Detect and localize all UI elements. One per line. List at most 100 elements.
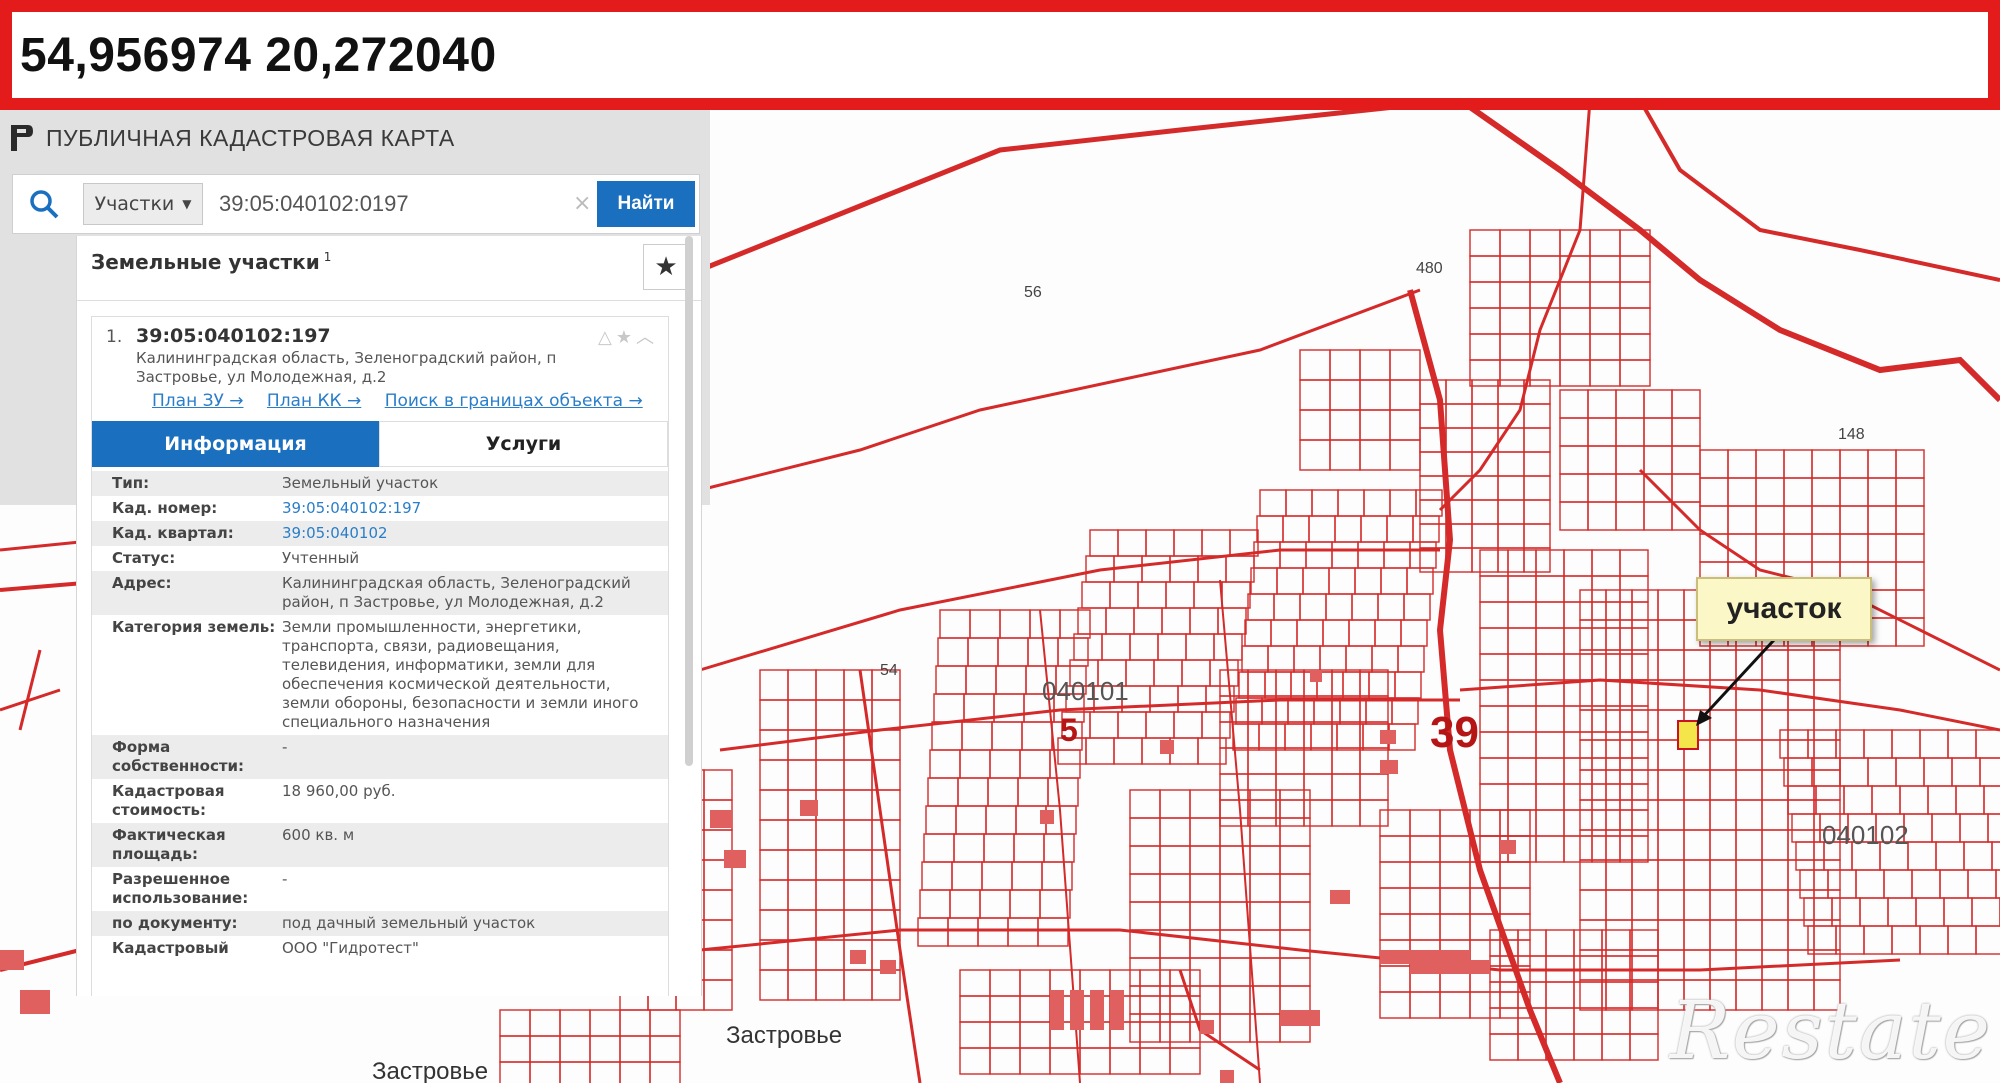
parcel-cell — [1041, 861, 1073, 891]
parcel-cell — [1683, 829, 1711, 861]
parcel-cell — [1247, 669, 1277, 697]
building-shape — [1040, 810, 1054, 824]
parcel-cell — [1331, 721, 1361, 749]
parcel-cell — [843, 669, 873, 701]
parcel-cell — [1247, 721, 1277, 749]
parcel-cell — [1643, 445, 1673, 475]
item-tools-icons[interactable]: △★︿ — [598, 323, 658, 349]
parcel-cell — [977, 917, 1009, 947]
parcel-cell — [1403, 593, 1431, 621]
info-row-value[interactable]: 39:05:040102 — [282, 524, 668, 543]
parcel-cell — [1563, 575, 1593, 603]
info-row: Кадастровая стоимость: 18 960,00 руб. — [92, 779, 668, 823]
parcel-cell — [1601, 1007, 1631, 1035]
parcel-cell — [1919, 925, 1949, 955]
parcel-cell — [1145, 529, 1175, 557]
parcel-cell — [759, 699, 789, 731]
tab-services[interactable]: Услуги — [379, 421, 668, 467]
parcel-cell — [1445, 427, 1473, 453]
parcel-cell — [1709, 829, 1737, 861]
parcel-cell — [1605, 619, 1633, 651]
quarter-label-1: 040101 — [1042, 676, 1129, 706]
parcel-cell — [1267, 645, 1295, 673]
parcel-cell — [1197, 737, 1227, 765]
parcel-cell — [1657, 919, 1685, 951]
parcel-cell — [1113, 737, 1143, 765]
plan-kk-link[interactable]: План КК → — [267, 391, 361, 411]
find-button[interactable]: Найти — [597, 181, 695, 227]
parcel-cell — [1133, 607, 1163, 635]
parcel-cell — [703, 769, 733, 801]
parcel-cell — [1587, 445, 1617, 475]
parcel-cell — [1559, 417, 1589, 447]
target-parcel-highlight[interactable] — [1677, 720, 1699, 750]
results-scrollbar[interactable] — [685, 236, 693, 766]
parcel-cell — [1249, 957, 1281, 987]
info-table: Тип: Земельный участок Кад. номер: 39:05:04… — [92, 471, 668, 961]
parcel-cell — [1827, 869, 1857, 899]
info-row-key: Тип: — [112, 474, 150, 492]
parcel-cell — [1615, 473, 1645, 503]
parcel-cell — [1523, 427, 1551, 453]
parcel-cell — [1400, 619, 1428, 647]
parcel-cell — [959, 995, 991, 1023]
parcel-cell — [1303, 799, 1333, 827]
parcel-cell — [1867, 533, 1897, 563]
parcel-cell — [759, 969, 789, 1001]
parcel-cell — [1157, 633, 1187, 661]
parcel-cell — [1631, 919, 1659, 951]
parcel-cell — [1159, 901, 1191, 931]
item-cadastral-number[interactable]: 39:05:040102:197 — [136, 325, 331, 347]
parcel-cell — [1139, 1021, 1171, 1049]
search-icon[interactable] — [27, 187, 61, 221]
parcel-cell — [1173, 711, 1203, 739]
parcel-cell — [1683, 769, 1711, 801]
search-input[interactable] — [213, 183, 593, 225]
parcel-cell — [1279, 541, 1307, 569]
parcel-cell — [1699, 505, 1729, 535]
parcel-cell — [1439, 991, 1471, 1019]
parcel-cell — [997, 637, 1029, 667]
parcel-cell — [1049, 1047, 1081, 1075]
parcel-cell — [759, 789, 789, 821]
parcel-cell — [1579, 619, 1607, 651]
parcel-cell — [1955, 785, 1985, 815]
parcel-cell — [1497, 475, 1525, 501]
parcel-cell — [1631, 979, 1659, 1011]
parcel-cell — [1497, 427, 1525, 453]
plan-zu-link[interactable]: План ЗУ → — [152, 391, 244, 411]
parcel-cell — [1795, 841, 1825, 871]
info-row-key: Форма собственности: — [112, 738, 245, 775]
parcel-cell — [1165, 581, 1195, 609]
building-shape — [1380, 760, 1398, 774]
coordinate-banner: 54,956974 20,272040 — [0, 0, 2000, 110]
tab-information[interactable]: Информация — [92, 421, 379, 467]
parcel-cell — [1497, 547, 1525, 573]
info-row-value[interactable]: 39:05:040102:197 — [282, 499, 668, 518]
parcel-cell — [953, 833, 985, 863]
parcel-cell — [1129, 901, 1161, 931]
parcel-cell — [1813, 859, 1841, 891]
building-shape — [1330, 890, 1350, 904]
results-title: Земельные участки — [91, 250, 320, 274]
parcel-cell — [1579, 589, 1607, 621]
favorite-star-button[interactable]: ★ — [643, 244, 689, 290]
parcel-cell — [1379, 991, 1411, 1019]
clear-icon[interactable]: × — [573, 191, 591, 216]
search-in-bounds-link[interactable]: Поиск в границах объекта → — [385, 391, 643, 411]
rosreestr-logo-icon — [11, 125, 33, 151]
info-row-value: под дачный земельный участок — [282, 914, 536, 932]
parcel-cell — [1605, 709, 1633, 741]
parcel-cell — [1011, 861, 1043, 891]
parcel-cell — [1331, 773, 1361, 801]
parcel-cell — [1657, 619, 1685, 651]
parcel-cell — [1213, 633, 1243, 661]
search-type-dropdown[interactable]: Участки ▼ — [83, 183, 203, 225]
parcel-cell — [1859, 897, 1889, 927]
info-row-key: Разрешенное использование: — [112, 870, 249, 907]
parcel-cell — [1389, 349, 1421, 381]
parcel-cell — [1831, 897, 1861, 927]
parcel-cell — [589, 1035, 621, 1063]
parcel-cell — [1895, 449, 1925, 479]
parcel-cell — [1189, 789, 1221, 819]
